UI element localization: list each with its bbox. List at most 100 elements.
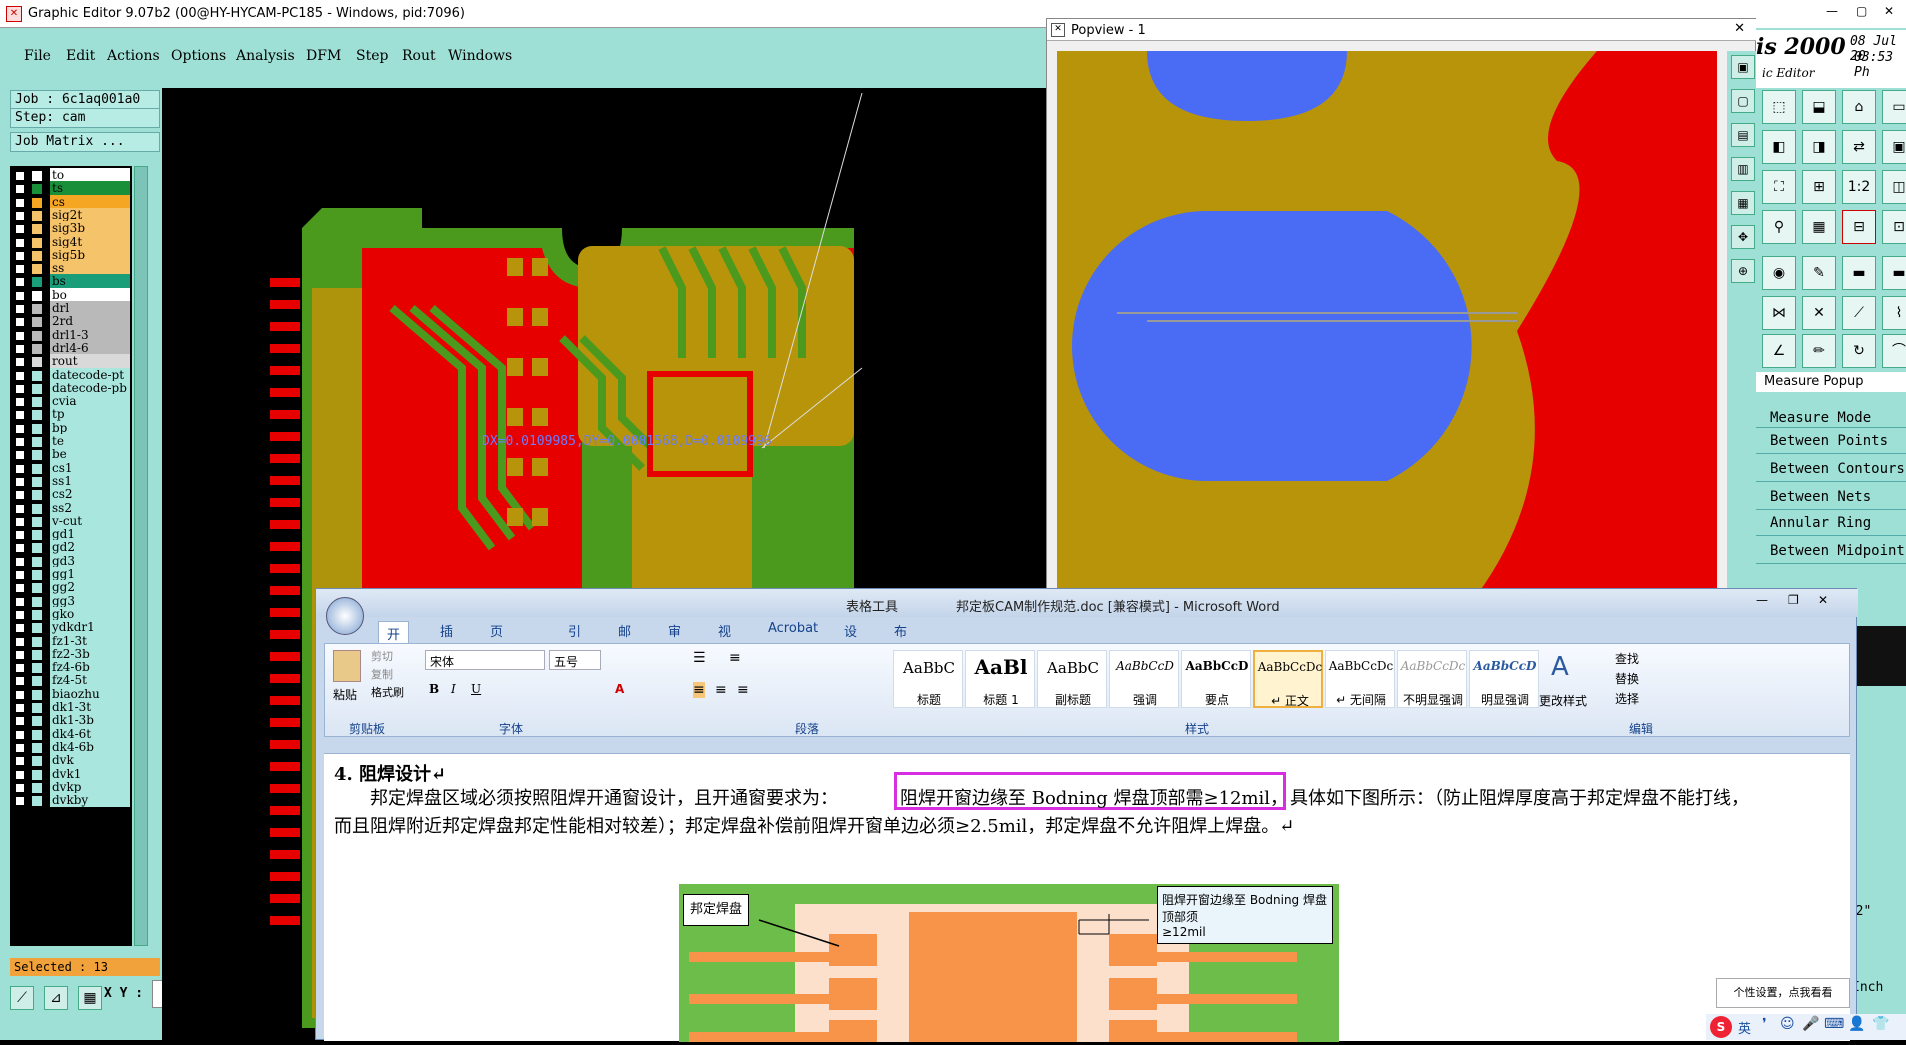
skin-icon[interactable]: 👕 (1872, 1016, 1889, 1032)
layer-name[interactable]: gg2 (50, 580, 130, 595)
replace-button[interactable]: 替换 (1615, 670, 1639, 687)
maximize-icon[interactable]: ▢ (1856, 4, 1867, 18)
align-right-icon[interactable]: ≡ (737, 682, 749, 698)
home-icon[interactable]: ▦ (1731, 191, 1755, 215)
layer-checkbox[interactable] (15, 423, 25, 434)
style-heading1[interactable]: AaBl 标题 1 (965, 650, 1035, 708)
tool-rotate-icon[interactable]: ↻ (1842, 334, 1876, 368)
layer-checkbox[interactable] (15, 570, 25, 580)
layer-checkbox[interactable] (15, 636, 25, 647)
layer-name[interactable]: sig2t (50, 207, 130, 222)
tool-pick-icon[interactable]: ◉ (1762, 256, 1796, 290)
tool-select-icon[interactable]: ⬚ (1762, 90, 1796, 124)
style-intense-emphasis[interactable]: AaBbCcD 明显强调 (1469, 650, 1539, 708)
user-icon[interactable]: 👤 (1848, 1016, 1865, 1032)
grid-icon[interactable]: ▦ (78, 986, 102, 1010)
menu-rout[interactable]: Rout (402, 48, 436, 64)
pan-icon[interactable]: ▤ (1731, 123, 1755, 147)
layer-checkbox[interactable] (15, 476, 25, 487)
layer-name[interactable]: dvk1 (50, 766, 130, 781)
layer-name[interactable]: ydkdr1 (50, 620, 130, 635)
paste-icon[interactable] (333, 650, 361, 682)
close-icon[interactable]: ✕ (1884, 4, 1894, 18)
tool-nets-icon[interactable]: ⊟ (1842, 210, 1876, 244)
layer-name[interactable]: sig5b (50, 247, 130, 262)
tool-arc-icon[interactable]: ⌒ (1882, 334, 1906, 368)
tool-home-icon[interactable]: ⌂ (1842, 90, 1876, 124)
layer-checkbox[interactable] (15, 703, 25, 713)
layer-checkbox[interactable] (15, 649, 25, 660)
document-page[interactable]: 4. 阻焊设计↵ 邦定焊盘区域必须按照阻焊开通窗设计，且开通窗要求为： 阻焊开窗… (324, 753, 1850, 1042)
emoji-icon[interactable]: ☺ (1780, 1016, 1795, 1032)
layer-checkbox[interactable] (15, 742, 25, 753)
layer-name[interactable]: cs1 (50, 460, 130, 475)
ime-punct-icon[interactable]: ❜ (1762, 1016, 1767, 1032)
font-size-select[interactable]: 五号 (549, 650, 601, 670)
layer-checkbox[interactable] (15, 490, 25, 501)
layer-checkbox[interactable] (15, 782, 25, 793)
layer-name[interactable]: ss1 (50, 473, 130, 488)
layer-name[interactable]: drl (50, 301, 130, 315)
layer-checkbox[interactable] (15, 556, 25, 567)
job-matrix-button[interactable]: Job Matrix ... (10, 132, 160, 152)
layer-name[interactable]: fz2-3b (50, 646, 130, 661)
layer-name[interactable]: gko (50, 606, 130, 621)
layer-checkbox[interactable] (15, 330, 25, 341)
layer-checkbox[interactable] (15, 596, 25, 607)
menu-options[interactable]: Options (171, 48, 226, 64)
layer-name[interactable]: dk1-3b (50, 713, 130, 728)
layer-checkbox[interactable] (15, 689, 25, 700)
keyboard-icon[interactable]: ⌨ (1824, 1016, 1844, 1032)
select-button[interactable]: 选择 (1615, 690, 1639, 707)
tool-left-icon[interactable]: ◧ (1762, 130, 1796, 164)
layer-name[interactable]: cs (50, 194, 130, 209)
layer-name[interactable]: dk4-6t (50, 726, 130, 741)
layer-checkbox[interactable] (15, 623, 25, 634)
close-icon[interactable]: ✕ (1734, 21, 1745, 36)
cut-button[interactable]: 剪切 (371, 648, 393, 664)
menu-edit[interactable]: Edit (66, 48, 95, 64)
layer-checkbox[interactable] (15, 796, 25, 807)
ime-tooltip[interactable]: 个性设置，点我看看 (1716, 978, 1850, 1008)
layer-name[interactable]: 2rd (50, 314, 130, 329)
mic-icon[interactable]: 🎤 (1802, 1016, 1819, 1032)
layer-name[interactable]: gg3 (50, 593, 130, 608)
ime-lang[interactable]: 英 (1738, 1018, 1751, 1037)
style-no-spacing[interactable]: AaBbCcDc ↵ 无间隔 (1325, 650, 1395, 708)
fit-icon[interactable]: ▥ (1731, 157, 1755, 181)
change-styles-icon[interactable]: A (1551, 652, 1569, 682)
tool-box-icon[interactable]: ▣ (1882, 130, 1906, 164)
move-icon[interactable]: ⊕ (1731, 259, 1755, 283)
measure-between-contours[interactable]: Between Contours (1756, 456, 1906, 482)
expand-icon[interactable]: ✥ (1731, 225, 1755, 249)
tool-pin-icon[interactable]: ⊡ (1882, 210, 1906, 244)
zoom-area-icon[interactable]: ⟋ (10, 986, 34, 1010)
minimize-icon[interactable]: — (1756, 593, 1768, 607)
style-strong[interactable]: AaBbCcD 要点 (1181, 650, 1251, 708)
minimize-icon[interactable]: — (1826, 4, 1838, 18)
tool-swap-icon[interactable]: ⇄ (1842, 130, 1876, 164)
layer-name[interactable]: bs (50, 274, 130, 289)
style-subtle-emphasis[interactable]: AaBbCcDc 不明显强调 (1397, 650, 1467, 708)
layer-name[interactable]: drl1-3 (50, 327, 130, 342)
layer-checkbox[interactable] (15, 370, 25, 381)
layer-name[interactable]: sig4t (50, 234, 130, 249)
find-button[interactable]: 查找 (1615, 650, 1639, 667)
menu-analysis[interactable]: Analysis (236, 48, 295, 64)
restore-icon[interactable]: ❐ (1788, 593, 1799, 607)
font-color-icon[interactable]: A (615, 682, 624, 696)
layer-name[interactable]: fz4-5t (50, 673, 130, 688)
layer-checkbox[interactable] (15, 516, 25, 527)
layer-checkbox[interactable] (15, 530, 25, 541)
layer-checkbox[interactable] (15, 184, 25, 195)
layer-name[interactable]: v-cut (50, 513, 130, 528)
menu-file[interactable]: File (24, 48, 51, 64)
layer-checkbox[interactable] (15, 290, 25, 301)
layer-checkbox[interactable] (15, 277, 25, 288)
style-normal[interactable]: AaBbCcDc ↵ 正文 (1253, 650, 1323, 708)
tool-draw-icon[interactable]: ✏ (1802, 334, 1836, 368)
bullets-icon[interactable]: ☰ (693, 650, 706, 666)
layer-checkbox[interactable] (15, 317, 25, 328)
layer-name[interactable]: fz4-6b (50, 660, 130, 675)
layer-checkbox[interactable] (15, 756, 25, 767)
